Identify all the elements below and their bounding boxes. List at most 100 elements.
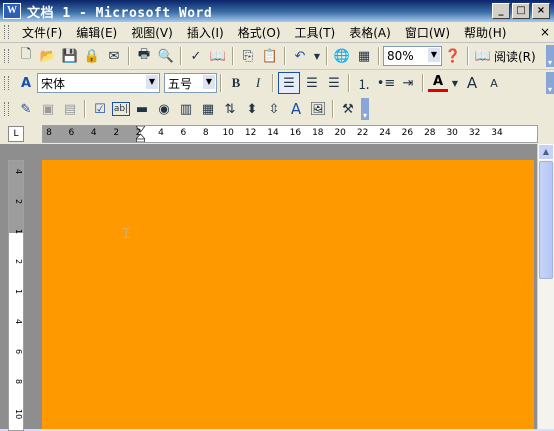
bold-button[interactable]: B [226, 73, 246, 93]
open-folder-icon[interactable]: 📂 [38, 46, 58, 66]
ruler-tick-label: 6 [68, 128, 75, 138]
window-controls: _ □ × [492, 3, 550, 19]
font-size-value: 五号 [168, 76, 193, 91]
ruler-tick-label: 8 [46, 128, 52, 138]
scrollbar-control-icon[interactable]: ⇅ [220, 99, 240, 119]
textbox-icon[interactable]: ab| [112, 102, 130, 116]
menu-insert[interactable]: 插入(I) [180, 24, 231, 41]
text-cursor-icon: ⌶ [122, 226, 131, 242]
listbox-icon[interactable]: ▥ [176, 99, 196, 119]
copy-icon[interactable]: ⎘ [238, 46, 258, 66]
print-preview-icon[interactable]: 🔍 [156, 46, 176, 66]
new-document-icon[interactable]: 🗋 [16, 46, 36, 66]
close-button[interactable]: × [532, 3, 550, 19]
toggle-icon[interactable]: ⇳ [264, 99, 284, 119]
align-left-icon[interactable]: ☰ [278, 72, 300, 94]
ruler-tick-label: 8 [202, 128, 209, 138]
ruler-tick-label: 20 [334, 128, 346, 138]
label-icon[interactable]: A [286, 99, 306, 119]
ruler-tick-label: 8 [14, 379, 23, 385]
paste-icon[interactable]: 📋 [260, 46, 280, 66]
undo-icon[interactable]: ↶ [290, 46, 310, 66]
bullet-list-icon[interactable]: •≡ [376, 73, 396, 93]
chevron-down-icon[interactable]: ▼ [203, 75, 215, 89]
restore-button[interactable]: □ [512, 3, 530, 19]
toolbar-separator [467, 47, 469, 65]
toolbar-options-icon[interactable]: ▾ [361, 98, 369, 120]
font-name-select[interactable]: 宋体 ▼ [37, 73, 160, 93]
draw-pen-icon[interactable]: ✎ [16, 99, 36, 119]
undo-dropdown-icon[interactable]: ▼ [312, 46, 322, 66]
ruler-tick-label: 32 [468, 128, 481, 138]
toolbar-separator [220, 74, 222, 92]
research-icon[interactable]: 📖 [208, 46, 228, 66]
ruler-tick-label: 28 [424, 128, 436, 138]
toolbar-separator [326, 47, 328, 65]
font-color-icon[interactable]: A [428, 74, 448, 92]
toolbar-separator [272, 74, 274, 92]
menu-edit[interactable]: 编辑(E) [69, 24, 124, 41]
read-mode-icon[interactable]: 📖 [473, 46, 493, 66]
minimize-button[interactable]: _ [492, 3, 510, 19]
close-document-button[interactable]: × [540, 25, 550, 39]
more-controls-icon[interactable]: ⚒ [338, 99, 358, 119]
menu-file[interactable]: 文件(F) [15, 24, 69, 41]
italic-button[interactable]: I [248, 73, 268, 93]
align-right-icon[interactable]: ☰ [324, 73, 344, 93]
styles-icon[interactable]: A [16, 73, 36, 93]
document-page[interactable]: ⌶ [42, 160, 534, 429]
scrollbar-thumb[interactable] [539, 161, 553, 279]
font-size-select[interactable]: 五号 ▼ [164, 73, 217, 93]
hyperlink-icon[interactable]: 🌐 [332, 46, 352, 66]
ruler-tick-label: 1 [14, 289, 23, 295]
numbered-list-icon[interactable]: ⒈ [354, 73, 374, 93]
horizontal-ruler[interactable]: 8 6 4 2 2 4 6 8 10 12 14 16 18 20 22 24 26 28 30 32 34 [42, 125, 538, 143]
permission-icon[interactable]: 🔒 [82, 46, 102, 66]
toolbar-grip-handle[interactable] [4, 49, 9, 63]
menu-format[interactable]: 格式(O) [231, 24, 288, 41]
toolbar-options-icon[interactable]: ▾ [546, 72, 554, 94]
formatting-toolbar: A 宋体 ▼ 五号 ▼ B I ☰ ☰ ☰ ⒈ •≡ ⇥ A ▼ A A ▾ [0, 70, 554, 97]
toolbar-grip-handle[interactable] [4, 76, 9, 90]
combobox-icon[interactable]: ▦ [198, 99, 218, 119]
vertical-scrollbar[interactable]: ▲ [537, 144, 554, 429]
font-name-value: 宋体 [41, 76, 66, 91]
tables-borders-icon[interactable]: ▦ [354, 46, 374, 66]
toolbar-grip-handle[interactable] [4, 102, 9, 116]
word-app-icon[interactable]: W [3, 3, 21, 19]
button-control-icon[interactable]: ▬ [132, 99, 152, 119]
image-control-icon[interactable]: 🖼 [308, 99, 328, 119]
radio-button-icon[interactable]: ◉ [154, 99, 174, 119]
menu-grip-handle[interactable] [4, 25, 9, 39]
menu-help[interactable]: 帮助(H) [457, 24, 513, 41]
toolbar-separator [84, 100, 86, 118]
shrink-font-icon[interactable]: A [484, 73, 504, 93]
menu-window[interactable]: 窗口(W) [398, 24, 457, 41]
indent-icon[interactable]: ⇥ [398, 73, 418, 93]
scroll-up-icon[interactable]: ▲ [538, 144, 554, 160]
zoom-select[interactable]: 80% ▼ [383, 46, 442, 66]
help-icon[interactable]: ❓ [443, 46, 463, 66]
chevron-down-icon[interactable]: ▼ [428, 48, 440, 62]
menu-tools[interactable]: 工具(T) [288, 24, 343, 41]
ruler-tick-label: 6 [180, 128, 187, 138]
read-mode-button[interactable]: 阅读(R) [494, 48, 536, 65]
tab-selector-button[interactable]: L [8, 126, 24, 142]
menu-view[interactable]: 视图(V) [124, 24, 180, 41]
save-icon[interactable]: 💾 [60, 46, 80, 66]
ruler-tick-label: 1 [14, 229, 23, 235]
print-icon[interactable]: 🖶 [134, 46, 154, 66]
email-icon[interactable]: ✉ [104, 46, 124, 66]
vertical-ruler[interactable]: 4 2 1 2 1 4 6 8 10 [8, 160, 24, 431]
toolbar-options-icon[interactable]: ▾ [546, 45, 554, 67]
grow-font-icon[interactable]: A [462, 73, 482, 93]
align-center-icon[interactable]: ☰ [302, 73, 322, 93]
spelling-icon[interactable]: ✓ [186, 46, 206, 66]
form-options-icon[interactable]: ▤ [60, 99, 80, 119]
checkbox-icon[interactable]: ☑ [90, 99, 110, 119]
chevron-down-icon[interactable]: ▼ [146, 75, 158, 89]
spin-button-icon[interactable]: ⬍ [242, 99, 262, 119]
font-color-dropdown-icon[interactable]: ▼ [450, 73, 460, 93]
form-field-icon[interactable]: ▣ [38, 99, 58, 119]
menu-table[interactable]: 表格(A) [342, 24, 398, 41]
